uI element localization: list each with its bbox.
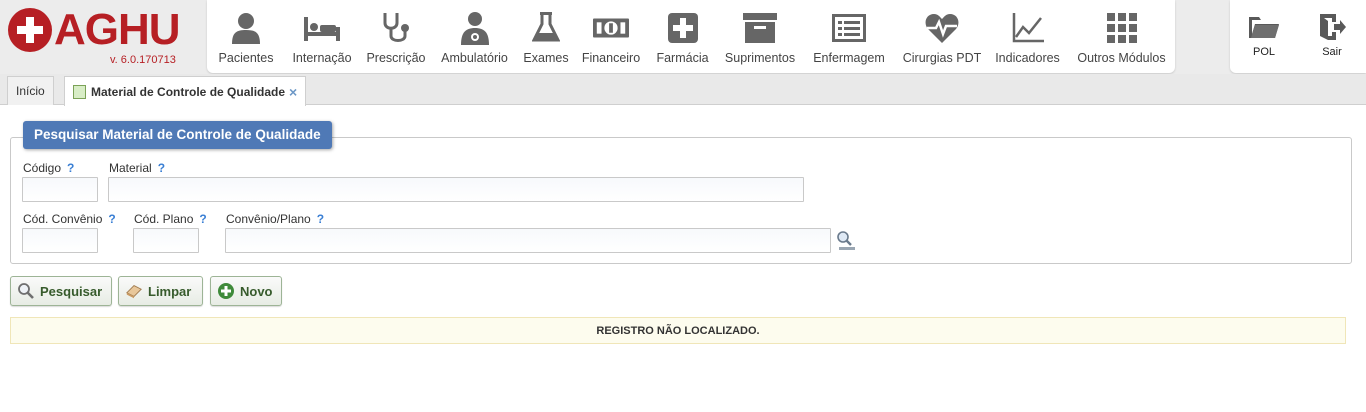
app-window: AGHU v. 6.0.170713 Pacientes Internação <box>0 0 1366 412</box>
sair-button[interactable]: Sair <box>1298 0 1366 73</box>
archive-box-icon <box>742 10 778 46</box>
bed-icon <box>304 10 340 46</box>
app-version: v. 6.0.170713 <box>110 54 176 66</box>
help-icon[interactable]: ? <box>67 161 74 175</box>
pol-label: POL <box>1252 46 1275 58</box>
plus-box-icon <box>665 10 701 46</box>
list-panel-icon <box>831 10 867 46</box>
label-text: Material <box>109 161 152 175</box>
cod-plano-input[interactable] <box>133 228 199 253</box>
money-icon <box>593 10 629 46</box>
tab-material-controle-qualidade[interactable]: Material de Controle de Qualidade × <box>64 76 307 106</box>
tab-bar: Início Material de Controle de Qualidade… <box>0 74 1366 106</box>
codigo-label: Código? <box>23 161 74 175</box>
novo-button[interactable]: Novo <box>210 276 282 306</box>
module-label: Exames <box>523 51 569 65</box>
close-icon[interactable]: × <box>289 84 297 100</box>
label-text: Cód. Convênio <box>23 212 103 226</box>
button-label: Pesquisar <box>40 283 103 299</box>
module-farmacia[interactable]: Farmácia <box>646 0 719 73</box>
tab-inicio[interactable]: Início <box>7 76 54 105</box>
module-indicadores[interactable]: Indicadores <box>987 0 1068 73</box>
module-menu: Pacientes Internação Prescrição Ambulató… <box>207 0 1175 73</box>
panel-title: Pesquisar Material de Controle de Qualid… <box>23 121 332 149</box>
add-circle-icon <box>217 282 235 300</box>
module-label: Enfermagem <box>813 51 885 65</box>
label-text: Código <box>23 161 62 175</box>
module-label: Suprimentos <box>724 51 796 65</box>
folder-icon <box>1249 17 1279 38</box>
module-label: Pacientes <box>218 51 274 65</box>
button-label: Novo <box>240 283 273 299</box>
label-text: Convênio/Plano <box>226 212 311 226</box>
module-label: Cirurgias PDT <box>902 51 982 65</box>
cod-plano-label: Cód. Plano? <box>134 212 207 226</box>
tab-label: Material de Controle de Qualidade <box>91 84 286 99</box>
button-label: Limpar <box>148 283 192 299</box>
cross-logo-icon <box>8 8 52 52</box>
module-label: Outros Módulos <box>1077 51 1166 65</box>
module-cirurgias-pdt[interactable]: Cirurgias PDT <box>897 0 987 73</box>
module-pacientes[interactable]: Pacientes <box>207 0 285 73</box>
module-enfermagem[interactable]: Enfermagem <box>801 0 897 73</box>
help-icon[interactable]: ? <box>158 161 165 175</box>
grid-icon <box>1104 10 1140 46</box>
exit-icon <box>1320 14 1346 40</box>
help-icon[interactable]: ? <box>108 212 115 226</box>
sair-label: Sair <box>1322 46 1342 58</box>
module-label: Internação <box>292 51 352 65</box>
module-internacao[interactable]: Internação <box>285 0 359 73</box>
module-label: Ambulatório <box>441 51 508 65</box>
app-logo[interactable]: AGHU v. 6.0.170713 <box>0 0 205 74</box>
codigo-input[interactable] <box>22 177 98 202</box>
module-label: Indicadores <box>995 51 1060 65</box>
help-icon[interactable]: ? <box>317 212 324 226</box>
doctor-icon <box>457 10 493 46</box>
flask-icon <box>528 10 564 46</box>
eraser-icon <box>125 282 143 300</box>
module-financeiro[interactable]: Financeiro <box>576 0 646 73</box>
module-ambulatorio[interactable]: Ambulatório <box>433 0 516 73</box>
module-suprimentos[interactable]: Suprimentos <box>719 0 801 73</box>
cod-convenio-label: Cód. Convênio? <box>23 212 116 226</box>
material-label: Material? <box>109 161 165 175</box>
line-chart-icon <box>1010 10 1046 46</box>
stethoscope-icon <box>378 10 414 46</box>
lookup-search-icon[interactable] <box>836 230 858 252</box>
pesquisar-button[interactable]: Pesquisar <box>10 276 112 306</box>
right-tools: POL Sair <box>1230 0 1366 73</box>
module-label: Financeiro <box>581 51 641 65</box>
cod-convenio-input[interactable] <box>22 228 98 253</box>
header: AGHU v. 6.0.170713 Pacientes Internação <box>0 0 1366 74</box>
app-name: AGHU <box>54 5 181 54</box>
material-input[interactable] <box>108 177 804 202</box>
status-message: REGISTRO NÃO LOCALIZADO. <box>10 317 1346 344</box>
tab-label: Início <box>16 84 45 98</box>
module-label: Farmácia <box>656 51 709 65</box>
label-text: Cód. Plano <box>134 212 194 226</box>
convenio-plano-label: Convênio/Plano? <box>226 212 324 226</box>
module-prescricao[interactable]: Prescrição <box>359 0 433 73</box>
user-icon <box>228 10 264 46</box>
pol-button[interactable]: POL <box>1230 0 1298 73</box>
module-exames[interactable]: Exames <box>516 0 576 73</box>
module-outros-modulos[interactable]: Outros Módulos <box>1068 0 1175 73</box>
module-label: Prescrição <box>366 51 426 65</box>
heartbeat-icon <box>924 10 960 46</box>
magnifier-icon <box>17 282 35 300</box>
help-icon[interactable]: ? <box>199 212 206 226</box>
document-icon <box>73 84 86 99</box>
convenio-plano-input[interactable] <box>225 228 831 253</box>
limpar-button[interactable]: Limpar <box>118 276 203 306</box>
